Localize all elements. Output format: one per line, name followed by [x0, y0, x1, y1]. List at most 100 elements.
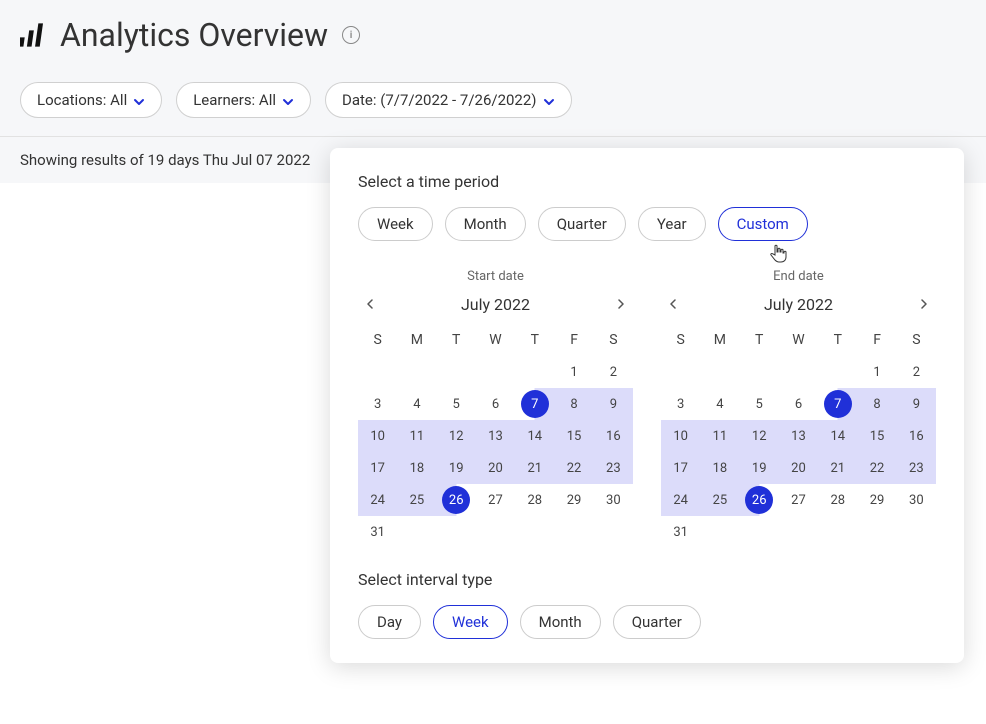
day-19[interactable]: 19 — [437, 452, 476, 484]
day-empty — [779, 356, 818, 388]
day-7[interactable]: 7 — [515, 388, 554, 420]
period-month[interactable]: Month — [445, 207, 526, 241]
interval-month[interactable]: Month — [520, 605, 601, 639]
day-30[interactable]: 30 — [897, 484, 936, 516]
day-12[interactable]: 12 — [740, 420, 779, 452]
period-week[interactable]: Week — [358, 207, 433, 241]
interval-week[interactable]: Week — [433, 605, 508, 639]
day-4[interactable]: 4 — [397, 388, 436, 420]
day-5[interactable]: 5 — [437, 388, 476, 420]
day-14[interactable]: 14 — [818, 420, 857, 452]
day-31[interactable]: 31 — [358, 516, 397, 548]
interval-quarter[interactable]: Quarter — [613, 605, 701, 639]
next-month-icon[interactable] — [609, 292, 633, 316]
start-month-year: July 2022 — [461, 295, 530, 314]
day-24[interactable]: 24 — [661, 484, 700, 516]
day-16[interactable]: 16 — [897, 420, 936, 452]
day-9[interactable]: 9 — [594, 388, 633, 420]
header-section: Analytics Overview i Locations: All Lear… — [0, 0, 986, 137]
info-icon[interactable]: i — [342, 26, 360, 44]
cursor-pointer-icon — [768, 244, 788, 264]
day-26[interactable]: 26 — [437, 484, 476, 516]
day-29[interactable]: 29 — [554, 484, 593, 516]
day-empty — [740, 356, 779, 388]
period-quarter[interactable]: Quarter — [538, 207, 626, 241]
period-custom[interactable]: Custom — [718, 207, 808, 241]
day-23[interactable]: 23 — [897, 452, 936, 484]
next-month-icon[interactable] — [912, 292, 936, 316]
day-3[interactable]: 3 — [358, 388, 397, 420]
day-6[interactable]: 6 — [476, 388, 515, 420]
day-2[interactable]: 2 — [897, 356, 936, 388]
day-11[interactable]: 11 — [700, 420, 739, 452]
day-7[interactable]: 7 — [818, 388, 857, 420]
interval-label: Select interval type — [358, 570, 936, 589]
weekday: T — [515, 328, 554, 352]
filter-date-label: Date: (7/7/2022 - 7/26/2022) — [342, 91, 537, 109]
day-29[interactable]: 29 — [857, 484, 896, 516]
day-8[interactable]: 8 — [554, 388, 593, 420]
day-4[interactable]: 4 — [700, 388, 739, 420]
day-17[interactable]: 17 — [358, 452, 397, 484]
day-8[interactable]: 8 — [857, 388, 896, 420]
day-empty — [437, 356, 476, 388]
day-28[interactable]: 28 — [818, 484, 857, 516]
day-9[interactable]: 9 — [897, 388, 936, 420]
filter-learners[interactable]: Learners: All — [176, 82, 311, 118]
filter-date[interactable]: Date: (7/7/2022 - 7/26/2022) — [325, 82, 572, 118]
day-10[interactable]: 10 — [358, 420, 397, 452]
day-20[interactable]: 20 — [476, 452, 515, 484]
day-30[interactable]: 30 — [594, 484, 633, 516]
day-3[interactable]: 3 — [661, 388, 700, 420]
day-2[interactable]: 2 — [594, 356, 633, 388]
day-27[interactable]: 27 — [779, 484, 818, 516]
day-17[interactable]: 17 — [661, 452, 700, 484]
day-1[interactable]: 1 — [554, 356, 593, 388]
day-16[interactable]: 16 — [594, 420, 633, 452]
filter-locations-label: Locations: All — [37, 91, 127, 109]
day-11[interactable]: 11 — [397, 420, 436, 452]
filter-locations[interactable]: Locations: All — [20, 82, 162, 118]
day-27[interactable]: 27 — [476, 484, 515, 516]
end-calendar: End date July 2022 S M T W T F S 1234567… — [661, 269, 936, 548]
day-empty — [661, 356, 700, 388]
day-5[interactable]: 5 — [740, 388, 779, 420]
day-28[interactable]: 28 — [515, 484, 554, 516]
weekday: S — [358, 328, 397, 352]
weekday: M — [700, 328, 739, 352]
day-24[interactable]: 24 — [358, 484, 397, 516]
day-13[interactable]: 13 — [476, 420, 515, 452]
day-18[interactable]: 18 — [700, 452, 739, 484]
day-25[interactable]: 25 — [397, 484, 436, 516]
prev-month-icon[interactable] — [358, 292, 382, 316]
day-6[interactable]: 6 — [779, 388, 818, 420]
calendars-row: Start date July 2022 S M T W T F S 12345… — [358, 269, 936, 548]
day-26[interactable]: 26 — [740, 484, 779, 516]
day-31[interactable]: 31 — [661, 516, 700, 548]
end-month-year: July 2022 — [764, 295, 833, 314]
day-19[interactable]: 19 — [740, 452, 779, 484]
weekday: M — [397, 328, 436, 352]
chevron-down-icon — [543, 94, 555, 106]
day-15[interactable]: 15 — [857, 420, 896, 452]
day-22[interactable]: 22 — [857, 452, 896, 484]
day-empty — [397, 356, 436, 388]
day-12[interactable]: 12 — [437, 420, 476, 452]
day-25[interactable]: 25 — [700, 484, 739, 516]
day-14[interactable]: 14 — [515, 420, 554, 452]
day-22[interactable]: 22 — [554, 452, 593, 484]
day-1[interactable]: 1 — [857, 356, 896, 388]
day-21[interactable]: 21 — [818, 452, 857, 484]
day-20[interactable]: 20 — [779, 452, 818, 484]
day-15[interactable]: 15 — [554, 420, 593, 452]
interval-day[interactable]: Day — [358, 605, 421, 639]
day-10[interactable]: 10 — [661, 420, 700, 452]
day-23[interactable]: 23 — [594, 452, 633, 484]
day-21[interactable]: 21 — [515, 452, 554, 484]
day-13[interactable]: 13 — [779, 420, 818, 452]
page-title: Analytics Overview — [60, 16, 328, 54]
prev-month-icon[interactable] — [661, 292, 685, 316]
day-18[interactable]: 18 — [397, 452, 436, 484]
period-year[interactable]: Year — [638, 207, 706, 241]
filters-row: Locations: All Learners: All Date: (7/7/… — [20, 82, 966, 118]
